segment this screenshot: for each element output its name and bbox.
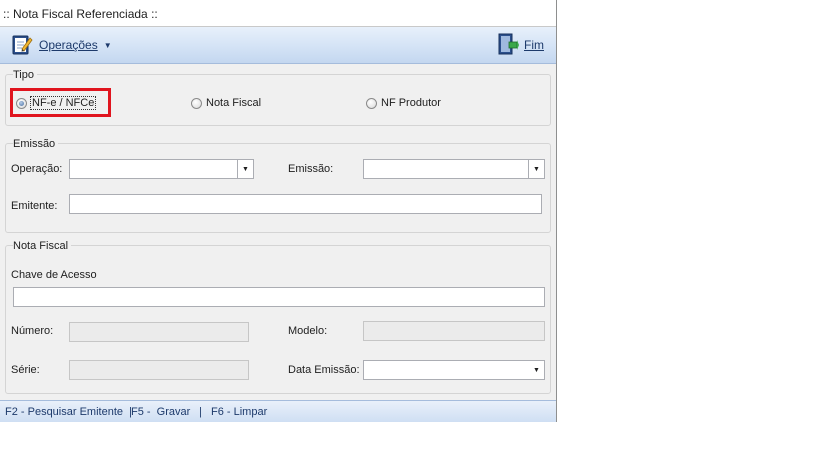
fim-button[interactable]: Fim bbox=[497, 33, 544, 57]
title-bar: :: Nota Fiscal Referenciada :: bbox=[0, 0, 556, 27]
status-bar: F2 - Pesquisar Emitente | F5 - Gravar | … bbox=[0, 400, 556, 422]
radio-nota-fiscal[interactable]: Nota Fiscal bbox=[191, 97, 261, 109]
radio-circle bbox=[16, 97, 27, 109]
radio-circle bbox=[191, 97, 202, 109]
radio-label: NF-e / NFCe bbox=[29, 96, 97, 110]
status-f2-shortcut: F2 - Pesquisar Emitente | bbox=[5, 406, 132, 418]
emissao-combobox[interactable]: ▼ bbox=[363, 159, 545, 179]
chevron-down-icon: ▼ bbox=[103, 40, 112, 50]
fim-label: Fim bbox=[524, 38, 544, 52]
radio-nfe-nfce[interactable]: NF-e / NFCe bbox=[16, 96, 97, 110]
operacao-combobox[interactable]: ▼ bbox=[69, 159, 254, 179]
notepad-pen-icon bbox=[10, 32, 34, 59]
operacao-label: Operação: bbox=[11, 163, 63, 175]
modelo-label: Modelo: bbox=[288, 325, 328, 337]
operacoes-label: Operações bbox=[39, 38, 98, 52]
emissao-group-title: Emissão bbox=[13, 138, 59, 150]
emissao-group: Emissão Operação: ▼ Emissão: ▼ Emitente: bbox=[5, 138, 551, 235]
chevron-down-icon[interactable]: ▼ bbox=[529, 361, 544, 379]
nota-fiscal-group: Nota Fiscal Chave de Acesso Número: Mode… bbox=[5, 240, 551, 395]
toolbar: Operações ▼ Fim bbox=[0, 27, 556, 64]
status-separator: | bbox=[199, 406, 202, 418]
numero-label: Número: bbox=[11, 325, 54, 337]
chevron-down-icon[interactable]: ▼ bbox=[528, 160, 544, 178]
radio-circle bbox=[366, 97, 377, 109]
emissao-label: Emissão: bbox=[288, 163, 334, 175]
emitente-input[interactable] bbox=[69, 194, 542, 214]
exit-door-icon bbox=[497, 32, 519, 59]
chave-acesso-label: Chave de Acesso bbox=[11, 269, 97, 281]
radio-label: NF Produtor bbox=[381, 97, 441, 109]
chevron-down-icon[interactable]: ▼ bbox=[237, 160, 253, 178]
radio-label: Nota Fiscal bbox=[206, 97, 262, 109]
window: :: Nota Fiscal Referenciada :: Operações… bbox=[0, 0, 557, 422]
data-emissao-picker[interactable]: ▼ bbox=[363, 360, 545, 380]
operacoes-menu-button[interactable]: Operações ▼ bbox=[10, 33, 112, 57]
window-title: :: Nota Fiscal Referenciada :: bbox=[3, 7, 158, 21]
modelo-input bbox=[363, 321, 545, 341]
tipo-group: Tipo NF-e / NFCe Nota Fiscal NF Produtor bbox=[5, 69, 551, 128]
numero-input bbox=[69, 322, 249, 342]
nota-fiscal-group-title: Nota Fiscal bbox=[13, 240, 72, 252]
emissao-group-frame bbox=[5, 143, 551, 233]
radio-nf-produtor[interactable]: NF Produtor bbox=[366, 97, 441, 109]
tipo-group-title: Tipo bbox=[13, 69, 37, 81]
data-emissao-label: Data Emissão: bbox=[288, 364, 360, 376]
serie-label: Série: bbox=[11, 364, 40, 376]
serie-input bbox=[69, 360, 249, 380]
emitente-label: Emitente: bbox=[11, 200, 58, 212]
status-f6-shortcut: F6 - Limpar bbox=[211, 406, 268, 418]
chave-acesso-input[interactable] bbox=[13, 287, 545, 307]
status-f5-shortcut: F5 - Gravar bbox=[131, 406, 191, 418]
